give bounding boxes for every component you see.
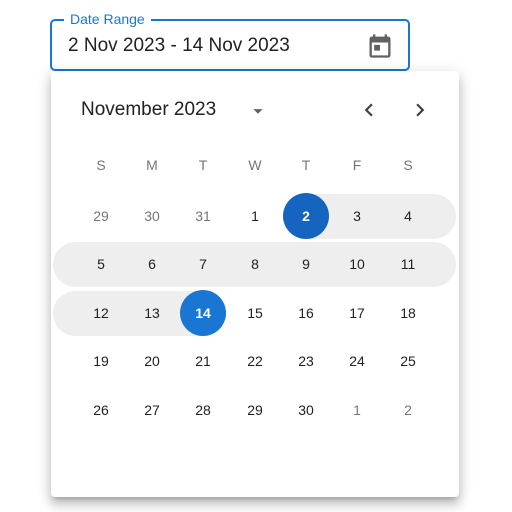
calendar-day[interactable]: 21 <box>180 338 226 384</box>
calendar-day[interactable]: 27 <box>129 387 175 433</box>
calendar-day[interactable]: 5 <box>78 241 124 287</box>
calendar-day[interactable]: 13 <box>129 290 175 336</box>
calendar-day[interactable]: 6 <box>129 241 175 287</box>
calendar-day[interactable]: 30 <box>129 193 175 239</box>
calendar-day-grid: 29 30 31 1 2 3 4 5 6 7 8 9 10 11 12 13 14 15 16 17 18 19 20 21 2… <box>51 71 459 497</box>
calendar-icon[interactable] <box>366 32 394 60</box>
calendar-day[interactable]: 4 <box>385 193 431 239</box>
calendar-day[interactable]: 12 <box>78 290 124 336</box>
date-range-value[interactable]: 2 Nov 2023 - 14 Nov 2023 <box>68 34 290 58</box>
date-range-label: Date Range <box>64 11 151 27</box>
calendar-day[interactable]: 3 <box>334 193 380 239</box>
calendar-day[interactable]: 17 <box>334 290 380 336</box>
calendar-day[interactable]: 16 <box>283 290 329 336</box>
calendar-day[interactable]: 26 <box>78 387 124 433</box>
calendar-day[interactable]: 31 <box>180 193 226 239</box>
calendar-day[interactable]: 2 <box>385 387 431 433</box>
calendar-day[interactable]: 19 <box>78 338 124 384</box>
calendar-day[interactable]: 10 <box>334 241 380 287</box>
calendar-day[interactable]: 22 <box>232 338 278 384</box>
range-start-day[interactable]: 2 <box>283 193 329 239</box>
calendar-day[interactable]: 30 <box>283 387 329 433</box>
calendar-day[interactable]: 7 <box>180 241 226 287</box>
calendar-day[interactable]: 18 <box>385 290 431 336</box>
calendar-day[interactable]: 29 <box>232 387 278 433</box>
calendar-day[interactable]: 9 <box>283 241 329 287</box>
calendar-day[interactable]: 28 <box>180 387 226 433</box>
calendar-day[interactable]: 29 <box>78 193 124 239</box>
date-range-field[interactable]: Date Range 2 Nov 2023 - 14 Nov 2023 <box>50 11 410 71</box>
calendar-day[interactable]: 1 <box>334 387 380 433</box>
calendar-day[interactable]: 8 <box>232 241 278 287</box>
calendar-popup: November 2023 SMTWTFS 29 30 31 1 2 3 4 5 6 7 8 9 10 1… <box>51 71 459 497</box>
calendar-day[interactable]: 11 <box>385 241 431 287</box>
calendar-day[interactable]: 24 <box>334 338 380 384</box>
range-end-day[interactable]: 14 <box>180 290 226 336</box>
calendar-day[interactable]: 1 <box>232 193 278 239</box>
calendar-day[interactable]: 23 <box>283 338 329 384</box>
calendar-day[interactable]: 25 <box>385 338 431 384</box>
calendar-day[interactable]: 15 <box>232 290 278 336</box>
calendar-day[interactable]: 20 <box>129 338 175 384</box>
